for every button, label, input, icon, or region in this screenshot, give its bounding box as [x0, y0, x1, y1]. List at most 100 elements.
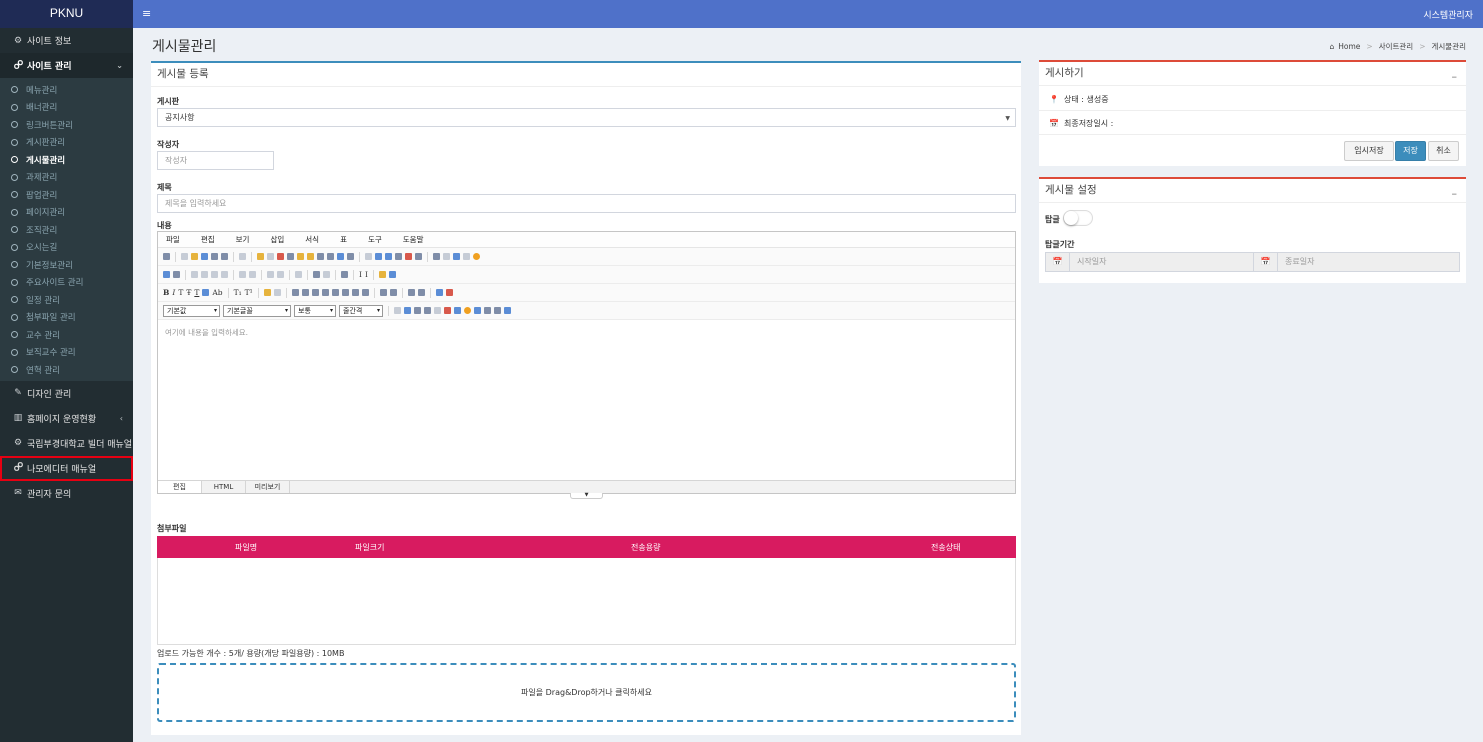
- user-menu[interactable]: 시스템관리자: [1423, 8, 1473, 21]
- paste-text-icon[interactable]: [317, 253, 324, 260]
- sidebar-subitem[interactable]: 첨부파일 관리: [0, 309, 133, 327]
- cell-prop-icon[interactable]: [267, 271, 274, 278]
- eraser-icon[interactable]: [273, 289, 281, 296]
- anchor-icon[interactable]: [404, 307, 411, 314]
- fullscreen-icon[interactable]: [484, 307, 491, 314]
- editor-menu-item[interactable]: 편집: [201, 234, 215, 245]
- hamburger-menu-icon[interactable]: ≡: [142, 7, 151, 20]
- image-icon[interactable]: [365, 253, 372, 260]
- sidebar-item-admin-inquiry[interactable]: ✉ 관리자 문의: [0, 481, 133, 506]
- editor-resize-handle[interactable]: ▼: [570, 493, 603, 499]
- line-height-icon[interactable]: [351, 289, 359, 296]
- frame-icon[interactable]: [414, 307, 421, 314]
- flash-icon[interactable]: [444, 307, 451, 314]
- strikethrough-icon[interactable]: Ŧ: [186, 288, 191, 297]
- row-insert-icon[interactable]: [191, 271, 198, 278]
- editor-menu-item[interactable]: 표: [340, 234, 347, 245]
- tab-preview[interactable]: 미리보기: [246, 481, 290, 493]
- sidebar-subitem[interactable]: 메뉴관리: [0, 81, 133, 99]
- superscript-icon[interactable]: T¹: [245, 288, 253, 297]
- save-as-icon[interactable]: [211, 253, 218, 260]
- sidebar-subitem[interactable]: 기본정보관리: [0, 256, 133, 274]
- style-select[interactable]: 기본값: [163, 304, 220, 317]
- sidebar-item-stats[interactable]: ▥ 홈페이지 운영현황 ‹: [0, 406, 133, 431]
- draft-save-button[interactable]: 임시저장: [1344, 141, 1394, 161]
- hr-icon[interactable]: [394, 307, 401, 314]
- editor-menu-item[interactable]: 파일: [166, 234, 180, 245]
- cut-icon[interactable]: [277, 253, 284, 260]
- file-icon[interactable]: [415, 253, 422, 260]
- bookmark-icon[interactable]: [453, 253, 460, 260]
- sidebar-subitem[interactable]: 과제관리: [0, 169, 133, 187]
- date-icon[interactable]: [434, 307, 441, 314]
- copy-icon[interactable]: [287, 253, 294, 260]
- emoticon-icon[interactable]: [473, 253, 480, 260]
- row-delete-icon[interactable]: [201, 271, 208, 278]
- highlight-icon[interactable]: Ab: [212, 288, 222, 297]
- sidebar-subitem[interactable]: 교수 관리: [0, 326, 133, 344]
- clear-format-icon[interactable]: I: [365, 270, 368, 279]
- table-edit-icon[interactable]: [173, 271, 180, 278]
- settings-icon[interactable]: [454, 307, 461, 314]
- font-select[interactable]: 기본글꼴: [223, 304, 291, 317]
- table-icon[interactable]: [163, 271, 170, 278]
- collapse-icon[interactable]: –: [1452, 66, 1458, 88]
- breadcrumb-level1[interactable]: 사이트관리: [1379, 41, 1414, 52]
- tab-html[interactable]: HTML: [202, 481, 246, 493]
- image-edit-icon[interactable]: [375, 253, 382, 260]
- pin-toggle[interactable]: [1063, 210, 1093, 226]
- collapse-icon[interactable]: –: [1452, 183, 1458, 205]
- indent-icon[interactable]: [331, 289, 339, 296]
- editor-menu-item[interactable]: 도구: [368, 234, 382, 245]
- unordered-list-icon[interactable]: [389, 289, 397, 296]
- sidebar-subitem[interactable]: 페이지관리: [0, 204, 133, 222]
- ordered-list-icon[interactable]: [379, 289, 387, 296]
- cell-align-icon[interactable]: [295, 271, 302, 278]
- sidebar-item-site-info[interactable]: ⚙ 사이트 정보: [0, 28, 133, 53]
- sidebar-subitem[interactable]: 오시는길: [0, 239, 133, 257]
- user-icon[interactable]: [388, 271, 396, 278]
- gallery-icon[interactable]: [385, 253, 392, 260]
- source-icon[interactable]: [494, 307, 501, 314]
- sidebar-subitem[interactable]: 일정 관리: [0, 291, 133, 309]
- open-icon[interactable]: [191, 253, 198, 260]
- new-doc-icon[interactable]: [163, 253, 170, 260]
- sidebar-item-namo-manual[interactable]: 나모에디터 매뉴얼: [0, 455, 133, 481]
- select-all-icon[interactable]: [347, 253, 354, 260]
- info-icon[interactable]: [474, 307, 481, 314]
- subject-input[interactable]: 제목을 입력하세요: [157, 194, 1016, 213]
- grid-icon[interactable]: [313, 271, 320, 278]
- bold-icon[interactable]: B: [163, 288, 169, 297]
- form-icon[interactable]: [424, 307, 431, 314]
- horizontal-rule-icon[interactable]: [417, 289, 425, 296]
- editor-content-area[interactable]: 여기에 내용을 입력하세요.: [158, 320, 1015, 478]
- align-right-icon[interactable]: [311, 289, 319, 296]
- font-color-icon[interactable]: [202, 289, 210, 296]
- col-insert-icon[interactable]: [211, 271, 218, 278]
- editor-menu-item[interactable]: 도움말: [403, 234, 424, 245]
- editor-menu-item[interactable]: 삽입: [270, 234, 284, 245]
- sidebar-subitem[interactable]: 게시판관리: [0, 134, 133, 152]
- breadcrumb-home[interactable]: Home: [1338, 42, 1360, 51]
- paste-icon[interactable]: [297, 253, 304, 260]
- page-setup-icon[interactable]: [239, 253, 246, 260]
- end-date-input[interactable]: 종료일자: [1278, 253, 1459, 271]
- hyperlink-icon[interactable]: [433, 253, 440, 260]
- replace-icon[interactable]: [337, 253, 344, 260]
- save-icon[interactable]: [201, 253, 208, 260]
- lock-icon[interactable]: [378, 271, 386, 278]
- text-format-icon[interactable]: I: [359, 270, 362, 279]
- special-char-icon[interactable]: [463, 253, 470, 260]
- chart-icon[interactable]: [405, 253, 412, 260]
- italic-icon[interactable]: I: [172, 288, 175, 297]
- brand-logo[interactable]: PKNU: [0, 0, 133, 28]
- find-icon[interactable]: [327, 253, 334, 260]
- sidebar-item-site-manage[interactable]: 사이트 관리 ⌄: [0, 53, 133, 78]
- cancel-button[interactable]: 취소: [1428, 141, 1459, 161]
- redo-icon[interactable]: [267, 253, 274, 260]
- cell-color-icon[interactable]: [277, 271, 284, 278]
- outdent-icon[interactable]: [341, 289, 349, 296]
- tab-edit[interactable]: 편집: [158, 481, 202, 493]
- preview-icon[interactable]: [504, 307, 511, 314]
- table-border-icon[interactable]: [323, 271, 330, 278]
